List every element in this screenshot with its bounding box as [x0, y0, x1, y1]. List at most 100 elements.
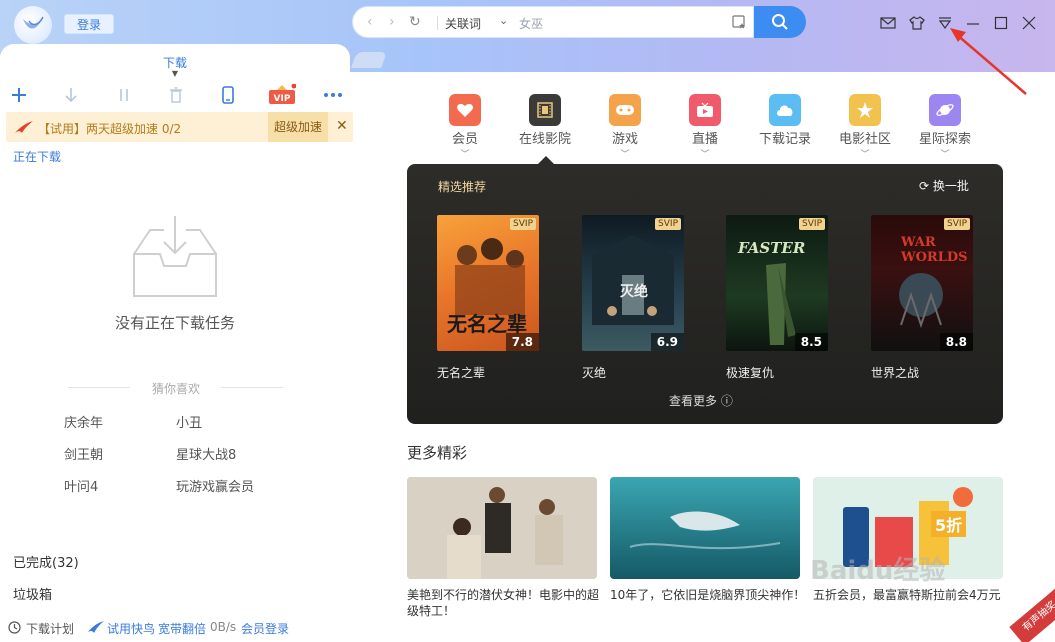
- empty-state-text: 没有正在下载任务: [114, 314, 235, 332]
- skin-shirt-icon[interactable]: [908, 14, 926, 32]
- promo-close-icon[interactable]: ✕: [336, 118, 348, 134]
- movie-score: 6.9: [650, 333, 684, 351]
- category-member[interactable]: 会员 ﹀: [435, 94, 495, 160]
- category-download-history[interactable]: 下载记录: [755, 94, 815, 147]
- card-caption[interactable]: 五折会员，最富赢特斯拉前会4万元: [813, 587, 1009, 603]
- recommendation-item[interactable]: 剑王朝: [64, 444, 103, 463]
- address-bar[interactable]: ‹ › ↻ 关联词 ⌄ 女巫: [352, 6, 754, 38]
- movie-score: 7.8: [505, 333, 539, 351]
- broadband-double-link[interactable]: 宽带翻倍: [158, 620, 206, 637]
- kuainiao-bird-icon: [88, 621, 104, 633]
- member-login-link[interactable]: 会员登录: [241, 620, 289, 637]
- movie-score: 8.5: [794, 333, 828, 351]
- movie-poster[interactable]: FASTER SVIP 8.5: [726, 215, 828, 351]
- movie-title[interactable]: 无名之辈: [437, 364, 485, 381]
- video-card[interactable]: [407, 477, 597, 579]
- mail-icon[interactable]: [879, 14, 897, 32]
- recommendation-item[interactable]: 玩游戏赢会员: [176, 476, 254, 495]
- card-thumbnail: [407, 477, 597, 579]
- recommendation-item[interactable]: 星球大战8: [176, 444, 236, 463]
- speed-bird-icon: [15, 121, 33, 133]
- category-label: 直播: [691, 132, 718, 147]
- phone-icon[interactable]: [217, 84, 239, 106]
- corner-stamp: 有声抽奖: [1009, 588, 1055, 642]
- search-button[interactable]: [754, 6, 806, 38]
- add-task-icon[interactable]: [8, 84, 30, 106]
- category-games[interactable]: 游戏 ﹀: [595, 94, 655, 160]
- chevron-down-icon: ﹀: [860, 150, 870, 160]
- recommendation-item[interactable]: 叶问4: [64, 476, 98, 495]
- vip-icon[interactable]: VIP: [268, 84, 296, 106]
- movie-title[interactable]: 灭绝: [582, 364, 606, 381]
- recommendation-item[interactable]: 庆余年: [64, 412, 103, 431]
- chevron-down-icon[interactable]: ⌄: [499, 14, 508, 27]
- panel-title-text: 下载: [162, 56, 187, 70]
- divider-line: [68, 387, 130, 388]
- movie-poster[interactable]: WAR WORLDS SVIP 8.8: [871, 215, 973, 351]
- app-logo[interactable]: [14, 6, 52, 44]
- downloading-tab[interactable]: 正在下载: [13, 148, 61, 165]
- more-icon[interactable]: [322, 84, 344, 106]
- guess-you-like-divider: 猜你喜欢: [68, 380, 283, 396]
- annotation-arrow: [950, 28, 1027, 95]
- arrow-right-circle-icon: ⓘ: [720, 394, 733, 408]
- download-arrow-icon[interactable]: [60, 84, 82, 106]
- refresh-batch-button[interactable]: ⟳ 换一批: [919, 177, 969, 194]
- video-card[interactable]: [610, 477, 800, 579]
- movie-poster[interactable]: 灭绝 SVIP 6.9: [582, 215, 684, 351]
- svip-badge: SVIP: [655, 218, 681, 230]
- star-icon: [849, 94, 881, 126]
- divider-line: [221, 387, 283, 388]
- status-bar: 下载计划 试用快鸟 宽带翻倍 0B/s 会员登录: [8, 620, 358, 636]
- card-caption[interactable]: 美艳到不行的潜伏女神！电影中的超级特工！: [407, 587, 603, 619]
- trial-kuainiao-link[interactable]: 试用快鸟: [107, 620, 155, 637]
- discount-badge: 5折: [931, 511, 967, 537]
- tv-icon: [689, 94, 721, 126]
- film-icon: [529, 94, 561, 126]
- new-tab-button[interactable]: [351, 52, 387, 68]
- download-toolbar: VIP: [0, 84, 365, 108]
- keyword-label: 关联词: [445, 17, 482, 31]
- recommendation-item[interactable]: 小丑: [176, 412, 202, 431]
- movie-poster[interactable]: 无名之辈 SVIP 7.8: [437, 215, 539, 351]
- download-plan-link[interactable]: 下载计划: [26, 620, 74, 637]
- category-label: 下载记录: [758, 132, 811, 147]
- poster-title-text: WAR WORLDS: [901, 235, 968, 265]
- promo-text: 【试用】两天超级加速 0/2: [38, 122, 182, 136]
- view-more-button[interactable]: 查看更多 ⓘ: [669, 392, 733, 409]
- card-caption[interactable]: 10年了，它依旧是烧脑界顶尖神作！: [610, 587, 806, 603]
- caret-down-icon: ▼: [171, 69, 179, 78]
- completed-tab[interactable]: 已完成(32): [13, 552, 79, 571]
- category-online-cinema[interactable]: 在线影院: [515, 94, 575, 147]
- category-live[interactable]: 直播 ﹀: [675, 94, 735, 160]
- pause-icon[interactable]: [113, 84, 135, 106]
- category-movie-community[interactable]: 电影社区 ﹀: [835, 94, 895, 160]
- search-query-input[interactable]: 女巫: [519, 15, 543, 32]
- trash-tab[interactable]: 垃圾箱: [13, 584, 52, 603]
- search-icon: [772, 14, 788, 30]
- planet-icon: [929, 94, 961, 126]
- category-label: 游戏: [611, 132, 638, 147]
- poster-title-text: 灭绝: [620, 284, 648, 300]
- refresh-icon[interactable]: ↻: [409, 14, 421, 30]
- poster-art: [766, 263, 796, 345]
- svip-badge: SVIP: [944, 218, 970, 230]
- category-nav: 会员 ﹀ 在线影院 游戏 ﹀ 直播 ﹀ 下载记录 电影社区 ﹀ 星际探索 ﹀: [440, 94, 1000, 164]
- svg-text:VIP: VIP: [274, 94, 291, 104]
- category-label: 电影社区: [838, 132, 891, 147]
- category-star-explore[interactable]: 星际探索 ﹀: [915, 94, 975, 160]
- forward-icon[interactable]: ›: [389, 14, 395, 30]
- movie-title[interactable]: 世界之战: [871, 364, 919, 381]
- gamepad-icon: [609, 94, 641, 126]
- back-icon[interactable]: ‹: [367, 14, 373, 30]
- movie-title[interactable]: 极速复仇: [726, 364, 774, 381]
- download-speed: 0B/s: [210, 620, 237, 634]
- category-label: 会员: [451, 132, 478, 147]
- login-button[interactable]: 登录: [64, 14, 114, 34]
- bird-logo-icon: [23, 16, 44, 29]
- super-speed-button[interactable]: 超级加速: [268, 112, 328, 142]
- category-label: 星际探索: [918, 132, 971, 147]
- page-favorite-icon[interactable]: [731, 14, 747, 30]
- refresh-label: 换一批: [932, 179, 969, 193]
- delete-icon[interactable]: [165, 84, 187, 106]
